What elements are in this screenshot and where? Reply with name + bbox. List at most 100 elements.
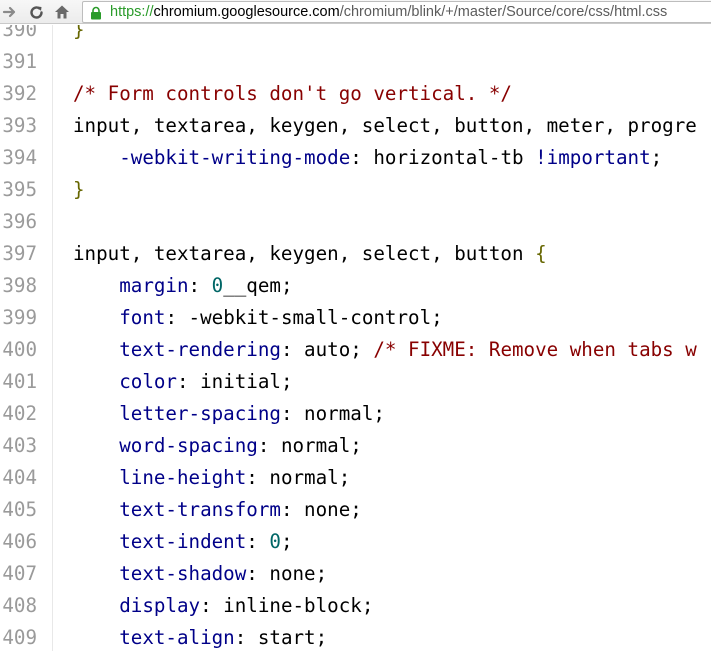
- line-source: -webkit-writing-mode: horizontal-tb !imp…: [73, 142, 662, 174]
- lock-icon: [89, 5, 103, 20]
- line-number[interactable]: 398: [0, 270, 37, 302]
- code-line: 401 color: initial;: [0, 366, 711, 398]
- line-source: display: inline-block;: [73, 590, 373, 622]
- code-token: text-transform: [119, 498, 281, 521]
- code-line: 390}: [0, 25, 711, 46]
- code-token: ;: [280, 530, 293, 553]
- code-line: 391: [0, 46, 711, 78]
- line-source: font: -webkit-small-control;: [73, 302, 443, 334]
- code-token: : normal;: [257, 434, 362, 457]
- code-line: 400 text-rendering: auto; /* FIXME: Remo…: [0, 334, 711, 366]
- line-number[interactable]: 397: [0, 238, 37, 270]
- code-line: 397 input, textarea, keygen, select, butt…: [0, 238, 711, 270]
- line-number[interactable]: 402: [0, 398, 37, 430]
- line-source: input, textarea, keygen, select, button,…: [73, 110, 697, 142]
- code-token: 0: [269, 530, 281, 553]
- code-token: : initial;: [176, 370, 293, 393]
- line-source: margin: 0__qem;: [73, 270, 293, 302]
- line-number[interactable]: 401: [0, 366, 37, 398]
- line-number[interactable]: 390: [0, 25, 37, 46]
- line-number[interactable]: 407: [0, 558, 37, 590]
- reload-icon[interactable]: [26, 2, 46, 22]
- code-token: : none;: [280, 498, 362, 521]
- code-line: 409 text-align: start;: [0, 622, 711, 651]
- line-source: text-align: start;: [73, 622, 327, 651]
- code-token: 0: [211, 274, 224, 297]
- code-line: 396: [0, 206, 711, 238]
- code-token: :: [246, 530, 270, 553]
- code-token: /* Form controls don't go vertical. */: [73, 82, 512, 105]
- code-token: {: [535, 242, 547, 265]
- line-source: }: [73, 174, 85, 206]
- url-scheme: https://: [110, 4, 154, 20]
- line-number[interactable]: 399: [0, 302, 37, 334]
- line-number[interactable]: 391: [0, 46, 37, 78]
- code-line: 405 text-transform: none;: [0, 494, 711, 526]
- code-token: input, textarea, keygen, select, button,…: [73, 114, 697, 137]
- line-source: text-shadow: none;: [73, 558, 327, 590]
- line-source: text-indent: 0;: [73, 526, 293, 558]
- code-token: : horizontal-tb: [350, 146, 536, 169]
- line-number[interactable]: 395: [0, 174, 37, 206]
- line-source: color: initial;: [73, 366, 293, 398]
- line-number[interactable]: 396: [0, 206, 37, 238]
- code-token: : normal;: [280, 402, 385, 425]
- line-number[interactable]: 404: [0, 462, 37, 494]
- line-source: line-height: normal;: [73, 462, 350, 494]
- code-token: /* FIXME: Remove when tabs w: [373, 338, 697, 361]
- forward-arrow-icon[interactable]: [0, 2, 20, 22]
- code-token: ;: [650, 146, 663, 169]
- code-token: __qem;: [223, 274, 293, 297]
- line-number[interactable]: 400: [0, 334, 37, 366]
- code-token: }: [73, 25, 85, 41]
- home-icon[interactable]: [52, 2, 72, 22]
- line-number[interactable]: 403: [0, 430, 37, 462]
- line-source: word-spacing: normal;: [73, 430, 362, 462]
- line-number[interactable]: 409: [0, 622, 37, 651]
- line-number[interactable]: 394: [0, 142, 37, 174]
- line-number[interactable]: 408: [0, 590, 37, 622]
- source-code-view: 390} 391 392/* Form controls don't go vert…: [0, 25, 711, 651]
- line-source: input, textarea, keygen, select, button …: [73, 238, 547, 270]
- line-number[interactable]: 405: [0, 494, 37, 526]
- code-token: input, textarea, keygen, select, button: [73, 242, 536, 265]
- code-token: letter-spacing: [119, 402, 281, 425]
- code-token: margin: [119, 274, 189, 297]
- line-source: text-rendering: auto; /* FIXME: Remove w…: [73, 334, 697, 366]
- url-host: chromium.googlesource.com: [153, 4, 340, 20]
- line-source: text-transform: none;: [73, 494, 362, 526]
- code-token: display: [119, 594, 201, 617]
- url-path: /chromium/blink/+/master/Source/core/css…: [339, 4, 668, 20]
- code-line: 406 text-indent: 0;: [0, 526, 711, 558]
- code-token: :: [188, 274, 212, 297]
- code-token: text-rendering: [119, 338, 281, 361]
- code-token: text-shadow: [119, 562, 247, 585]
- code-line: 392 /* Form controls don't go vertical. *…: [0, 78, 711, 110]
- line-number[interactable]: 393: [0, 110, 37, 142]
- code-line: 395}: [0, 174, 711, 206]
- code-token: }: [73, 178, 85, 201]
- browser-toolbar: https://chromium.googlesource.com/chromi…: [0, 0, 711, 24]
- code-line: 408 display: inline-block;: [0, 590, 711, 622]
- code-token: : -webkit-small-control;: [165, 306, 443, 329]
- url-text[interactable]: https://chromium.googlesource.com/chromi…: [110, 2, 667, 22]
- address-bar[interactable]: https://chromium.googlesource.com/chromi…: [82, 1, 711, 23]
- line-source: }: [73, 25, 85, 46]
- line-source: letter-spacing: normal;: [73, 398, 385, 430]
- code-token: color: [119, 370, 177, 393]
- code-line: 394 -webkit-writing-mode: horizontal-tb …: [0, 142, 711, 174]
- code-line: 403 word-spacing: normal;: [0, 430, 711, 462]
- line-number[interactable]: 406: [0, 526, 37, 558]
- line-number[interactable]: 392: [0, 78, 37, 110]
